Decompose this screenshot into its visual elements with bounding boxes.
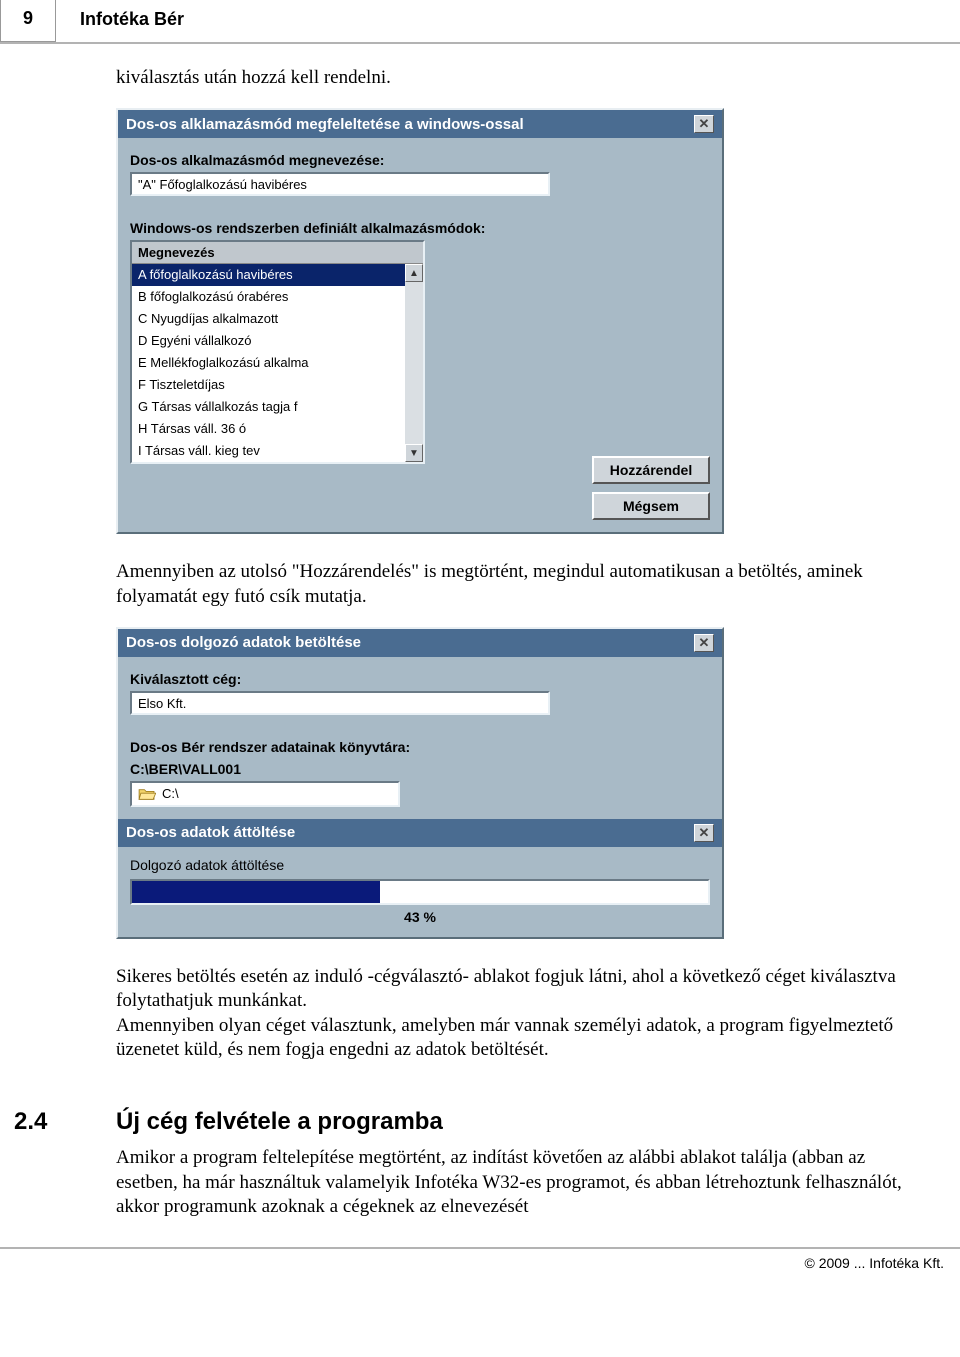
progress-status-text: Dolgozó adatok áttöltése xyxy=(130,857,710,873)
dialog1-label1: Dos-os alkalmazásmód megnevezése: xyxy=(130,152,710,168)
dialog1-titlebar: Dos-os alklamazásmód megfeleltetése a wi… xyxy=(118,110,722,138)
selected-company-input[interactable]: Elso Kft. xyxy=(130,691,550,715)
dialog3-titlebar: Dos-os adatok áttöltése ✕ xyxy=(118,819,722,847)
folder-open-icon xyxy=(138,787,156,801)
paragraph-4: Amennyiben olyan céget választunk, amely… xyxy=(116,1014,910,1063)
cancel-button[interactable]: Mégsem xyxy=(592,492,710,520)
page-footer: © 2009 ... Infotéka Kft. xyxy=(0,1247,960,1281)
scroll-up-icon[interactable]: ▲ xyxy=(405,264,423,282)
paragraph-1: kiválasztás után hozzá kell rendelni. xyxy=(116,66,910,90)
dialog1-label2: Windows-os rendszerben definiált alkalma… xyxy=(130,220,710,236)
list-header: Megnevezés xyxy=(132,242,423,264)
section-title: Új cég felvétele a programba xyxy=(116,1108,443,1136)
scrollbar[interactable]: ▲ ▼ xyxy=(405,264,423,462)
paragraph-2: Amennyiben az utolsó "Hozzárendelés" is … xyxy=(116,560,910,609)
paragraph-3: Sikeres betöltés esetén az induló -cégvá… xyxy=(116,965,910,1014)
progress-bar xyxy=(130,879,710,905)
list-item[interactable]: B főfoglalkozású órabéres xyxy=(132,286,405,308)
folder-path-text: C:\ xyxy=(162,786,179,801)
page-number: 9 xyxy=(0,0,56,42)
page-header: 9 Infotéka Bér xyxy=(0,0,960,44)
section-heading: 2.4 Új cég felvétele a programba xyxy=(0,1108,960,1136)
close-icon[interactable]: ✕ xyxy=(694,824,714,842)
dialog2-label-company: Kiválasztott cég: xyxy=(130,671,710,687)
list-item[interactable]: H Társas váll. 36 ó xyxy=(132,418,405,440)
list-item[interactable]: A főfoglalkozású havibéres xyxy=(132,264,405,286)
list-item[interactable]: I Társas váll. kieg tev xyxy=(132,440,405,462)
close-icon[interactable]: ✕ xyxy=(694,115,714,133)
close-icon[interactable]: ✕ xyxy=(694,634,714,652)
dialog3-title-text: Dos-os adatok áttöltése xyxy=(126,824,295,841)
progress-percent-label: 43 % xyxy=(130,909,710,925)
assign-button[interactable]: Hozzárendel xyxy=(592,456,710,484)
dialog2-label-dir: Dos-os Bér rendszer adatainak könyvtára: xyxy=(130,739,710,755)
section-number: 2.4 xyxy=(0,1108,116,1136)
dialog1-title-text: Dos-os alklamazásmód megfeleltetése a wi… xyxy=(126,116,524,133)
list-item[interactable]: F Tiszteletdíjas xyxy=(132,374,405,396)
dialog-app-mode-match: Dos-os alklamazásmód megfeleltetése a wi… xyxy=(116,108,724,534)
list-item[interactable]: G Társas vállalkozás tagja f xyxy=(132,396,405,418)
dialog2-title-text: Dos-os dolgozó adatok betöltése xyxy=(126,634,361,651)
dialog-employee-data-load: Dos-os dolgozó adatok betöltése ✕ Kivála… xyxy=(116,627,724,821)
dialog2-dir-path: C:\BER\VALL001 xyxy=(130,761,710,777)
windows-modes-listbox[interactable]: Megnevezés A főfoglalkozású havibéresB f… xyxy=(130,240,425,464)
dialog2-titlebar: Dos-os dolgozó adatok betöltése ✕ xyxy=(118,629,722,657)
dos-mode-name-input[interactable]: "A" Főfoglalkozású havibéres xyxy=(130,172,550,196)
list-item[interactable]: D Egyéni vállalkozó xyxy=(132,330,405,352)
dialog-progress: Dos-os adatok áttöltése ✕ Dolgozó adatok… xyxy=(116,819,724,939)
paragraph-5: Amikor a program feltelepítése megtörtén… xyxy=(116,1146,910,1219)
progress-fill xyxy=(132,881,380,903)
list-item[interactable]: E Mellékfoglalkozású alkalma xyxy=(132,352,405,374)
list-item[interactable]: C Nyugdíjas alkalmazott xyxy=(132,308,405,330)
scroll-down-icon[interactable]: ▼ xyxy=(405,444,423,462)
folder-path-row[interactable]: C:\ xyxy=(130,781,400,807)
page-title: Infotéka Bér xyxy=(56,1,184,42)
